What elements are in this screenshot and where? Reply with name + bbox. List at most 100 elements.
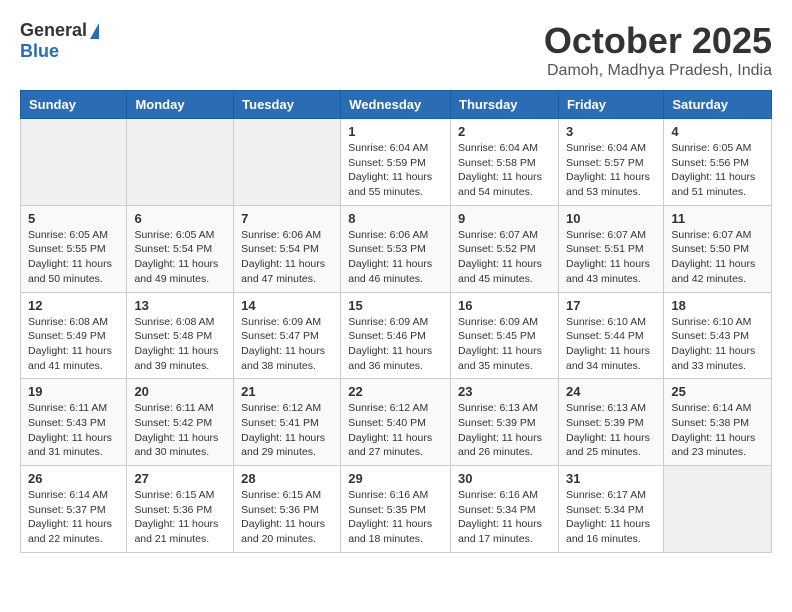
day-number: 10	[566, 211, 656, 226]
day-info: Sunrise: 6:11 AM Sunset: 5:42 PM Dayligh…	[134, 401, 226, 460]
day-number: 23	[458, 384, 551, 399]
calendar-cell: 4 Sunrise: 6:05 AM Sunset: 5:56 PM Daylig…	[664, 119, 772, 206]
calendar-cell: 13 Sunrise: 6:08 AM Sunset: 5:48 PM Dayli…	[127, 292, 234, 379]
calendar-cell: 18 Sunrise: 6:10 AM Sunset: 5:43 PM Dayli…	[664, 292, 772, 379]
day-info: Sunrise: 6:08 AM Sunset: 5:48 PM Dayligh…	[134, 315, 226, 374]
col-header-wednesday: Wednesday	[341, 91, 451, 119]
calendar-cell: 31 Sunrise: 6:17 AM Sunset: 5:34 PM Dayli…	[558, 466, 663, 553]
col-header-tuesday: Tuesday	[234, 91, 341, 119]
day-number: 26	[28, 471, 119, 486]
logo-blue-text: Blue	[20, 41, 59, 62]
calendar-cell: 11 Sunrise: 6:07 AM Sunset: 5:50 PM Dayli…	[664, 205, 772, 292]
calendar-subtitle: Damoh, Madhya Pradesh, India	[544, 62, 772, 80]
day-number: 11	[671, 211, 764, 226]
day-info: Sunrise: 6:11 AM Sunset: 5:43 PM Dayligh…	[28, 401, 119, 460]
logo-general-text: General	[20, 20, 87, 41]
calendar-cell: 22Sunrise: 6:12 AM Sunset: 5:40 PM Dayli…	[341, 379, 451, 466]
calendar-cell: 5 Sunrise: 6:05 AM Sunset: 5:55 PM Daylig…	[21, 205, 127, 292]
calendar-cell: 23Sunrise: 6:13 AM Sunset: 5:39 PM Dayli…	[451, 379, 559, 466]
day-number: 27	[134, 471, 226, 486]
day-info: Sunrise: 6:15 AM Sunset: 5:36 PM Dayligh…	[134, 488, 226, 547]
day-info: Sunrise: 6:12 AM Sunset: 5:41 PM Dayligh…	[241, 401, 333, 460]
calendar-cell: 28 Sunrise: 6:15 AM Sunset: 5:36 PM Dayli…	[234, 466, 341, 553]
day-info: Sunrise: 6:05 AM Sunset: 5:55 PM Dayligh…	[28, 228, 119, 287]
calendar-cell: 20 Sunrise: 6:11 AM Sunset: 5:42 PM Dayli…	[127, 379, 234, 466]
day-number: 21	[241, 384, 333, 399]
calendar-cell: 17 Sunrise: 6:10 AM Sunset: 5:44 PM Dayli…	[558, 292, 663, 379]
calendar-cell: 12Sunrise: 6:08 AM Sunset: 5:49 PM Dayli…	[21, 292, 127, 379]
day-number: 17	[566, 298, 656, 313]
col-header-monday: Monday	[127, 91, 234, 119]
day-number: 4	[671, 124, 764, 139]
col-header-thursday: Thursday	[451, 91, 559, 119]
day-number: 24	[566, 384, 656, 399]
calendar-week-row: 1 Sunrise: 6:04 AM Sunset: 5:59 PM Daylig…	[21, 119, 772, 206]
day-info: Sunrise: 6:04 AM Sunset: 5:58 PM Dayligh…	[458, 141, 551, 200]
calendar-cell: 3Sunrise: 6:04 AM Sunset: 5:57 PM Daylig…	[558, 119, 663, 206]
calendar-cell: 1 Sunrise: 6:04 AM Sunset: 5:59 PM Daylig…	[341, 119, 451, 206]
calendar-cell: 19 Sunrise: 6:11 AM Sunset: 5:43 PM Dayli…	[21, 379, 127, 466]
day-info: Sunrise: 6:06 AM Sunset: 5:54 PM Dayligh…	[241, 228, 333, 287]
calendar-cell: 30 Sunrise: 6:16 AM Sunset: 5:34 PM Dayli…	[451, 466, 559, 553]
day-number: 6	[134, 211, 226, 226]
day-number: 3	[566, 124, 656, 139]
day-number: 12	[28, 298, 119, 313]
calendar-cell	[234, 119, 341, 206]
day-info: Sunrise: 6:09 AM Sunset: 5:46 PM Dayligh…	[348, 315, 443, 374]
day-number: 15	[348, 298, 443, 313]
day-info: Sunrise: 6:05 AM Sunset: 5:56 PM Dayligh…	[671, 141, 764, 200]
day-info: Sunrise: 6:10 AM Sunset: 5:44 PM Dayligh…	[566, 315, 656, 374]
calendar-cell: 27 Sunrise: 6:15 AM Sunset: 5:36 PM Dayli…	[127, 466, 234, 553]
day-number: 5	[28, 211, 119, 226]
day-number: 1	[348, 124, 443, 139]
calendar-table: SundayMondayTuesdayWednesdayThursdayFrid…	[20, 90, 772, 553]
day-number: 9	[458, 211, 551, 226]
day-info: Sunrise: 6:14 AM Sunset: 5:37 PM Dayligh…	[28, 488, 119, 547]
col-header-saturday: Saturday	[664, 91, 772, 119]
day-info: Sunrise: 6:05 AM Sunset: 5:54 PM Dayligh…	[134, 228, 226, 287]
day-info: Sunrise: 6:15 AM Sunset: 5:36 PM Dayligh…	[241, 488, 333, 547]
logo: General Blue	[20, 20, 99, 62]
logo-triangle-icon	[90, 23, 99, 39]
day-number: 19	[28, 384, 119, 399]
col-header-sunday: Sunday	[21, 91, 127, 119]
calendar-cell: 8Sunrise: 6:06 AM Sunset: 5:53 PM Daylig…	[341, 205, 451, 292]
day-info: Sunrise: 6:06 AM Sunset: 5:53 PM Dayligh…	[348, 228, 443, 287]
calendar-cell: 7 Sunrise: 6:06 AM Sunset: 5:54 PM Daylig…	[234, 205, 341, 292]
day-info: Sunrise: 6:09 AM Sunset: 5:45 PM Dayligh…	[458, 315, 551, 374]
calendar-cell: 25Sunrise: 6:14 AM Sunset: 5:38 PM Dayli…	[664, 379, 772, 466]
day-info: Sunrise: 6:04 AM Sunset: 5:59 PM Dayligh…	[348, 141, 443, 200]
day-info: Sunrise: 6:10 AM Sunset: 5:43 PM Dayligh…	[671, 315, 764, 374]
day-number: 14	[241, 298, 333, 313]
day-number: 22	[348, 384, 443, 399]
calendar-cell: 29Sunrise: 6:16 AM Sunset: 5:35 PM Dayli…	[341, 466, 451, 553]
day-number: 18	[671, 298, 764, 313]
day-info: Sunrise: 6:17 AM Sunset: 5:34 PM Dayligh…	[566, 488, 656, 547]
calendar-cell: 9 Sunrise: 6:07 AM Sunset: 5:52 PM Daylig…	[451, 205, 559, 292]
day-info: Sunrise: 6:07 AM Sunset: 5:52 PM Dayligh…	[458, 228, 551, 287]
day-number: 16	[458, 298, 551, 313]
day-info: Sunrise: 6:09 AM Sunset: 5:47 PM Dayligh…	[241, 315, 333, 374]
calendar-cell: 24 Sunrise: 6:13 AM Sunset: 5:39 PM Dayli…	[558, 379, 663, 466]
day-number: 28	[241, 471, 333, 486]
day-number: 31	[566, 471, 656, 486]
day-number: 2	[458, 124, 551, 139]
calendar-week-row: 12Sunrise: 6:08 AM Sunset: 5:49 PM Dayli…	[21, 292, 772, 379]
calendar-cell: 6 Sunrise: 6:05 AM Sunset: 5:54 PM Daylig…	[127, 205, 234, 292]
page-header: General Blue October 2025 Damoh, Madhya …	[20, 20, 772, 80]
calendar-cell: 10Sunrise: 6:07 AM Sunset: 5:51 PM Dayli…	[558, 205, 663, 292]
calendar-title: October 2025	[544, 20, 772, 62]
col-header-friday: Friday	[558, 91, 663, 119]
day-number: 20	[134, 384, 226, 399]
day-number: 7	[241, 211, 333, 226]
day-info: Sunrise: 6:16 AM Sunset: 5:34 PM Dayligh…	[458, 488, 551, 547]
day-info: Sunrise: 6:16 AM Sunset: 5:35 PM Dayligh…	[348, 488, 443, 547]
calendar-cell: 2 Sunrise: 6:04 AM Sunset: 5:58 PM Daylig…	[451, 119, 559, 206]
day-info: Sunrise: 6:07 AM Sunset: 5:50 PM Dayligh…	[671, 228, 764, 287]
day-info: Sunrise: 6:13 AM Sunset: 5:39 PM Dayligh…	[566, 401, 656, 460]
calendar-week-row: 5 Sunrise: 6:05 AM Sunset: 5:55 PM Daylig…	[21, 205, 772, 292]
day-number: 13	[134, 298, 226, 313]
day-number: 30	[458, 471, 551, 486]
day-number: 25	[671, 384, 764, 399]
calendar-cell	[127, 119, 234, 206]
